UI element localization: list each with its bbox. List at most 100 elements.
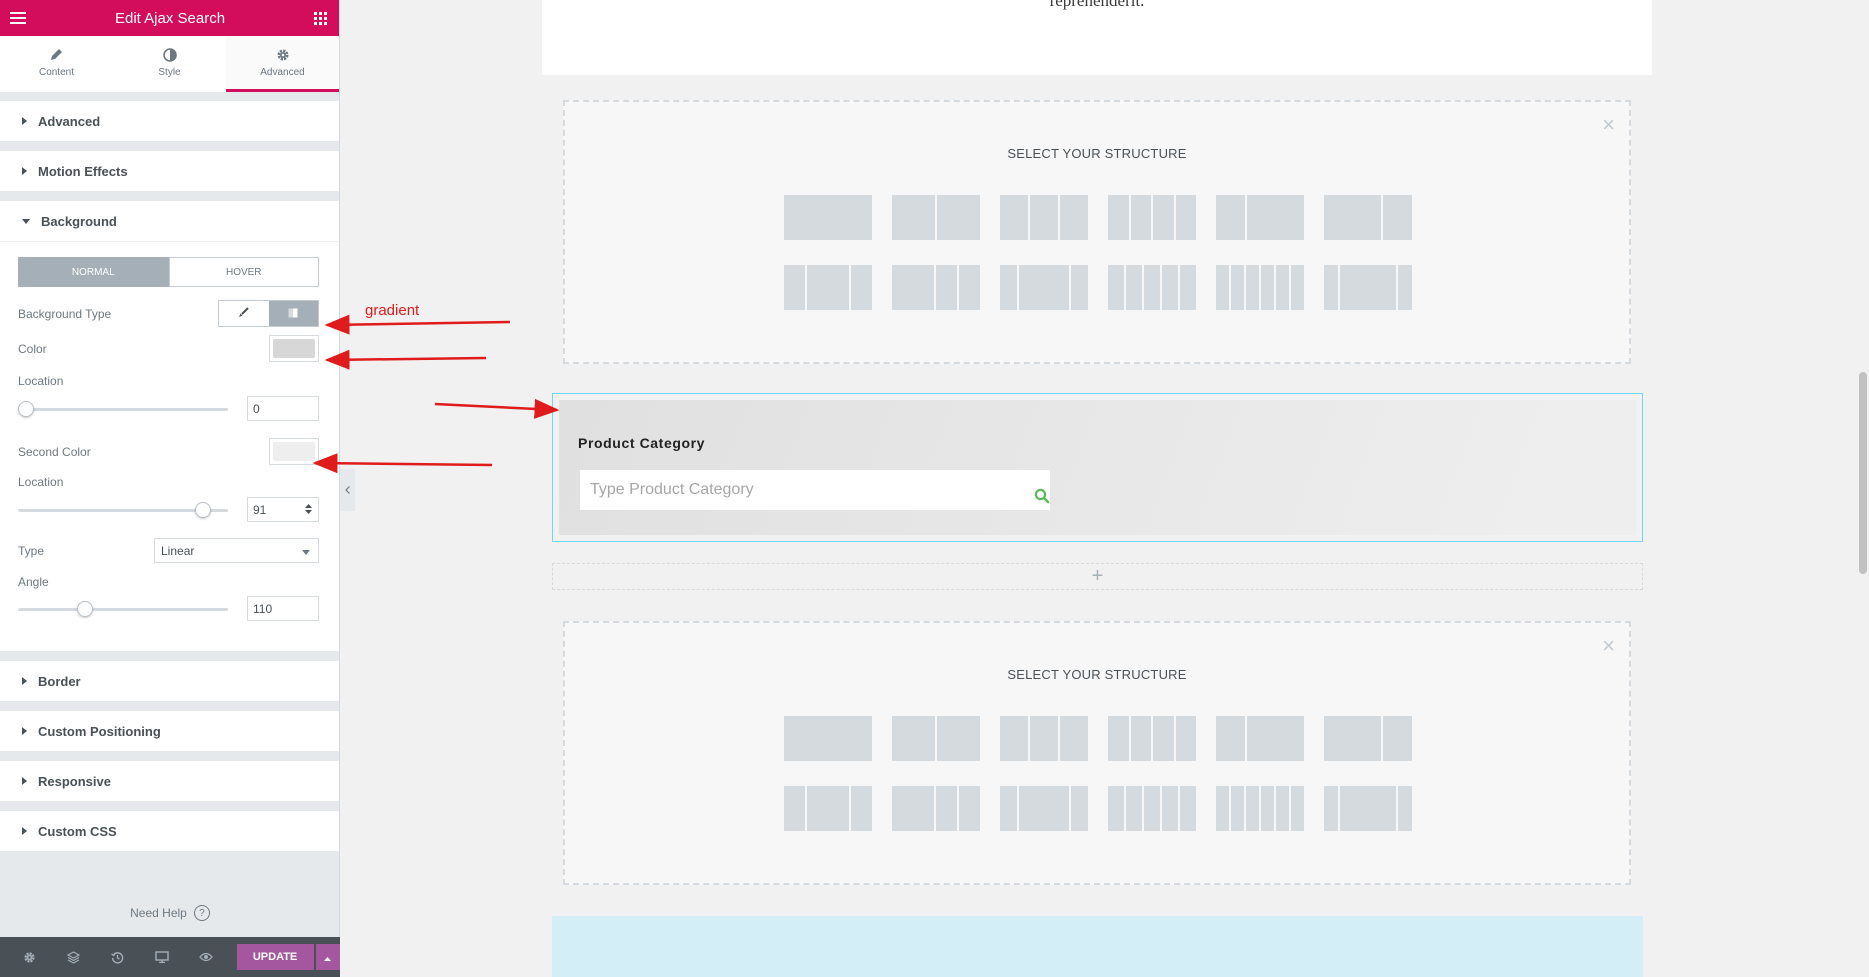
product-category-search-input[interactable]: Type Product Category — [580, 470, 1050, 510]
menu-icon[interactable] — [10, 12, 26, 24]
structure-preset[interactable] — [784, 195, 872, 240]
number-stepper-icon[interactable] — [305, 503, 312, 517]
preset-column — [1398, 265, 1412, 310]
responsive-mode-icon[interactable] — [140, 951, 184, 963]
structure-preset[interactable] — [1108, 716, 1196, 761]
angle-input[interactable]: 110 — [247, 596, 319, 621]
caret-down-icon — [22, 218, 30, 224]
add-section-button[interactable]: + — [552, 563, 1643, 590]
preset-column — [892, 786, 934, 831]
need-help-label: Need Help — [130, 906, 187, 920]
structure-preset[interactable] — [1000, 265, 1088, 310]
preset-column — [784, 195, 872, 240]
scrollbar-thumb[interactable] — [1859, 372, 1867, 574]
search-icon[interactable] — [1034, 488, 1050, 509]
question-icon: ? — [193, 905, 210, 921]
angle-slider[interactable] — [18, 600, 228, 617]
preset-column — [807, 786, 849, 831]
location-slider[interactable] — [18, 400, 228, 417]
text-section: reprehenderit. — [542, 0, 1652, 75]
save-options-button[interactable] — [315, 944, 340, 970]
structure-preset[interactable] — [1216, 195, 1304, 240]
tab-advanced[interactable]: Advanced — [226, 36, 339, 92]
section-motion-effects[interactable]: Motion Effects — [0, 151, 339, 191]
preset-column — [784, 265, 805, 310]
structure-preset[interactable] — [1324, 195, 1412, 240]
structure-preset[interactable] — [892, 786, 980, 831]
preset-column — [1231, 265, 1244, 310]
section-responsive[interactable]: Responsive — [0, 761, 339, 801]
structure-preset[interactable] — [1000, 786, 1088, 831]
structure-preset[interactable] — [1324, 716, 1412, 761]
structure-preset[interactable] — [784, 786, 872, 831]
section-advanced[interactable]: Advanced — [0, 101, 339, 141]
preset-column — [1030, 716, 1058, 761]
chevron-down-icon — [302, 544, 310, 558]
preset-column — [1130, 716, 1151, 761]
bg-type-switch — [218, 300, 319, 327]
structure-preset[interactable] — [892, 195, 980, 240]
structure-preset[interactable] — [784, 716, 872, 761]
classic-type-button[interactable] — [219, 301, 269, 326]
gear-icon — [276, 47, 290, 62]
tab-content[interactable]: Content — [0, 36, 113, 92]
slider-handle[interactable] — [18, 400, 34, 417]
preset-column — [1180, 786, 1196, 831]
preset-column — [1216, 265, 1229, 310]
preset-column — [1153, 716, 1174, 761]
structure-preset[interactable] — [1216, 716, 1304, 761]
structure-preset[interactable] — [1216, 265, 1304, 310]
preset-column — [1246, 786, 1259, 831]
location-input[interactable]: 0 — [247, 396, 319, 421]
structure-preset[interactable] — [784, 265, 872, 310]
section-custom-positioning-label: Custom Positioning — [38, 723, 161, 739]
structure-preset[interactable] — [1108, 786, 1196, 831]
structure-preset[interactable] — [1108, 265, 1196, 310]
slider-handle[interactable] — [194, 501, 211, 518]
close-icon[interactable]: × — [1602, 635, 1615, 657]
section-background[interactable]: Background — [0, 201, 339, 241]
panel-tabs: Content Style Advanced — [0, 36, 339, 92]
navigator-layers-icon[interactable] — [52, 950, 96, 964]
location2-slider[interactable] — [18, 501, 228, 518]
normal-state-button[interactable]: NORMAL — [18, 257, 169, 287]
section-border[interactable]: Border — [0, 651, 339, 701]
preset-column — [1383, 716, 1412, 761]
structure-presets — [784, 195, 1412, 310]
settings-icon[interactable] — [8, 951, 52, 964]
scrollbar[interactable] — [1857, 0, 1869, 977]
color-picker[interactable] — [269, 335, 319, 362]
section-custom-css[interactable]: Custom CSS — [0, 811, 339, 851]
structure-preset[interactable] — [892, 716, 980, 761]
tab-style[interactable]: Style — [113, 36, 226, 92]
location2-input[interactable]: 91 — [247, 497, 319, 522]
structure-preset[interactable] — [1000, 195, 1088, 240]
history-icon[interactable] — [96, 951, 140, 964]
structure-preset[interactable] — [1000, 716, 1088, 761]
section-custom-positioning[interactable]: Custom Positioning — [0, 711, 339, 751]
update-button[interactable]: UPDATE — [236, 944, 314, 970]
widgets-grid-icon[interactable] — [314, 11, 327, 25]
caret-right-icon — [22, 167, 27, 175]
structure-preset[interactable] — [1216, 786, 1304, 831]
second-color-swatch-fill — [273, 442, 315, 461]
gradient-type-button[interactable] — [268, 301, 318, 326]
structure-preset[interactable] — [1324, 786, 1412, 831]
second-color-picker[interactable] — [269, 438, 319, 465]
second-color-label: Second Color — [18, 444, 91, 459]
preview-eye-icon[interactable] — [184, 952, 228, 962]
gradient-type-select[interactable]: Linear — [154, 538, 319, 563]
section-advanced-label: Advanced — [38, 113, 101, 129]
structure-preset[interactable] — [892, 265, 980, 310]
structure-preset[interactable] — [1324, 265, 1412, 310]
hover-state-button[interactable]: HOVER — [168, 257, 319, 287]
ajax-search-section[interactable]: Product Category Type Product Category — [552, 393, 1643, 542]
paragraph-text: reprehenderit. — [1049, 0, 1145, 10]
need-help-link[interactable]: Need Help ? — [0, 905, 340, 921]
slider-handle[interactable] — [77, 600, 94, 617]
caret-right-icon — [22, 677, 27, 685]
type-label: Type — [18, 543, 45, 558]
close-icon[interactable]: × — [1602, 114, 1615, 136]
preset-column — [1018, 265, 1070, 310]
structure-preset[interactable] — [1108, 195, 1196, 240]
